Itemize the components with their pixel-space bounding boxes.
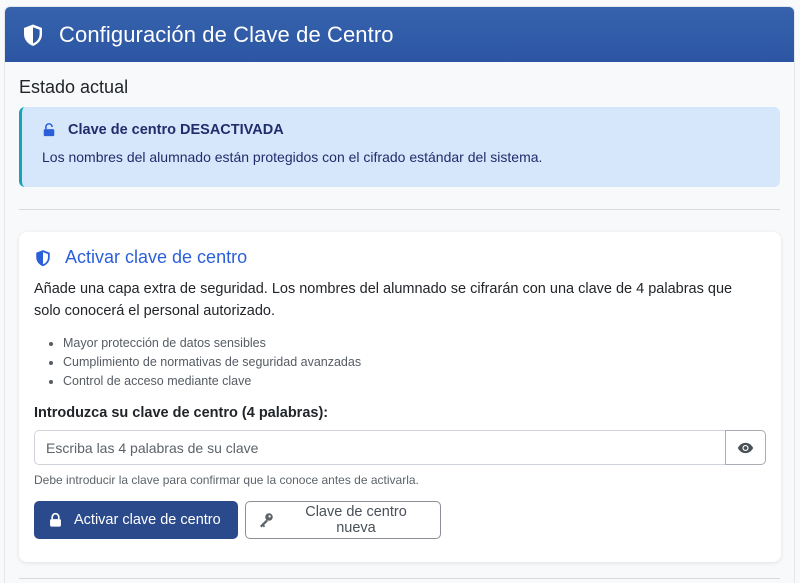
activate-description: Añade una capa extra de seguridad. Los n… (34, 281, 733, 319)
status-section-title: Estado actual (19, 77, 129, 97)
list-item: Mayor protección de datos sensibles (63, 336, 766, 351)
key-input-group (34, 430, 766, 465)
list-item: Control de acceso mediante clave (63, 374, 766, 389)
status-alert: Clave de centro DESACTIVADA Los nombres … (19, 107, 780, 187)
settings-panel: Configuración de Clave de Centro Estado … (4, 6, 795, 583)
action-buttons: Activar clave de centro Clave de centro … (34, 501, 766, 539)
key-icon (258, 512, 274, 528)
panel-header: Configuración de Clave de Centro (5, 7, 794, 62)
key-hint: Debe introducir la clave para confirmar … (34, 473, 419, 487)
status-alert-header: Clave de centro DESACTIVADA (42, 122, 762, 138)
new-key-button[interactable]: Clave de centro nueva (245, 501, 441, 539)
new-key-button-label: Clave de centro nueva (305, 504, 407, 536)
key-input[interactable] (34, 430, 725, 465)
page-title: Configuración de Clave de Centro (59, 21, 394, 47)
lock-open-icon (42, 123, 56, 137)
activate-key-button[interactable]: Activar clave de centro (34, 501, 238, 539)
list-item: Cumplimiento de normativas de seguridad … (63, 355, 766, 370)
activate-card-header: Activar clave de centro (34, 247, 766, 268)
eye-icon (737, 442, 754, 454)
activate-key-button-label: Activar clave de centro (74, 512, 221, 528)
section-divider (19, 578, 780, 579)
toggle-visibility-button[interactable] (725, 430, 766, 465)
lock-icon (48, 512, 64, 528)
status-alert-title: Clave de centro DESACTIVADA (68, 122, 284, 138)
activate-card-title: Activar clave de centro (65, 247, 248, 267)
status-alert-text: Los nombres del alumnado están protegido… (42, 149, 543, 165)
panel-content: Estado actual Clave de centro DESACTIVAD… (5, 62, 794, 579)
shield-icon (21, 23, 45, 47)
section-divider (19, 209, 780, 210)
shield-icon (34, 248, 52, 268)
activate-card: Activar clave de centro Añade una capa e… (19, 232, 781, 562)
key-field-label: Introduzca su clave de centro (4 palabra… (34, 405, 329, 421)
feature-list: Mayor protección de datos sensibles Cump… (34, 336, 766, 389)
